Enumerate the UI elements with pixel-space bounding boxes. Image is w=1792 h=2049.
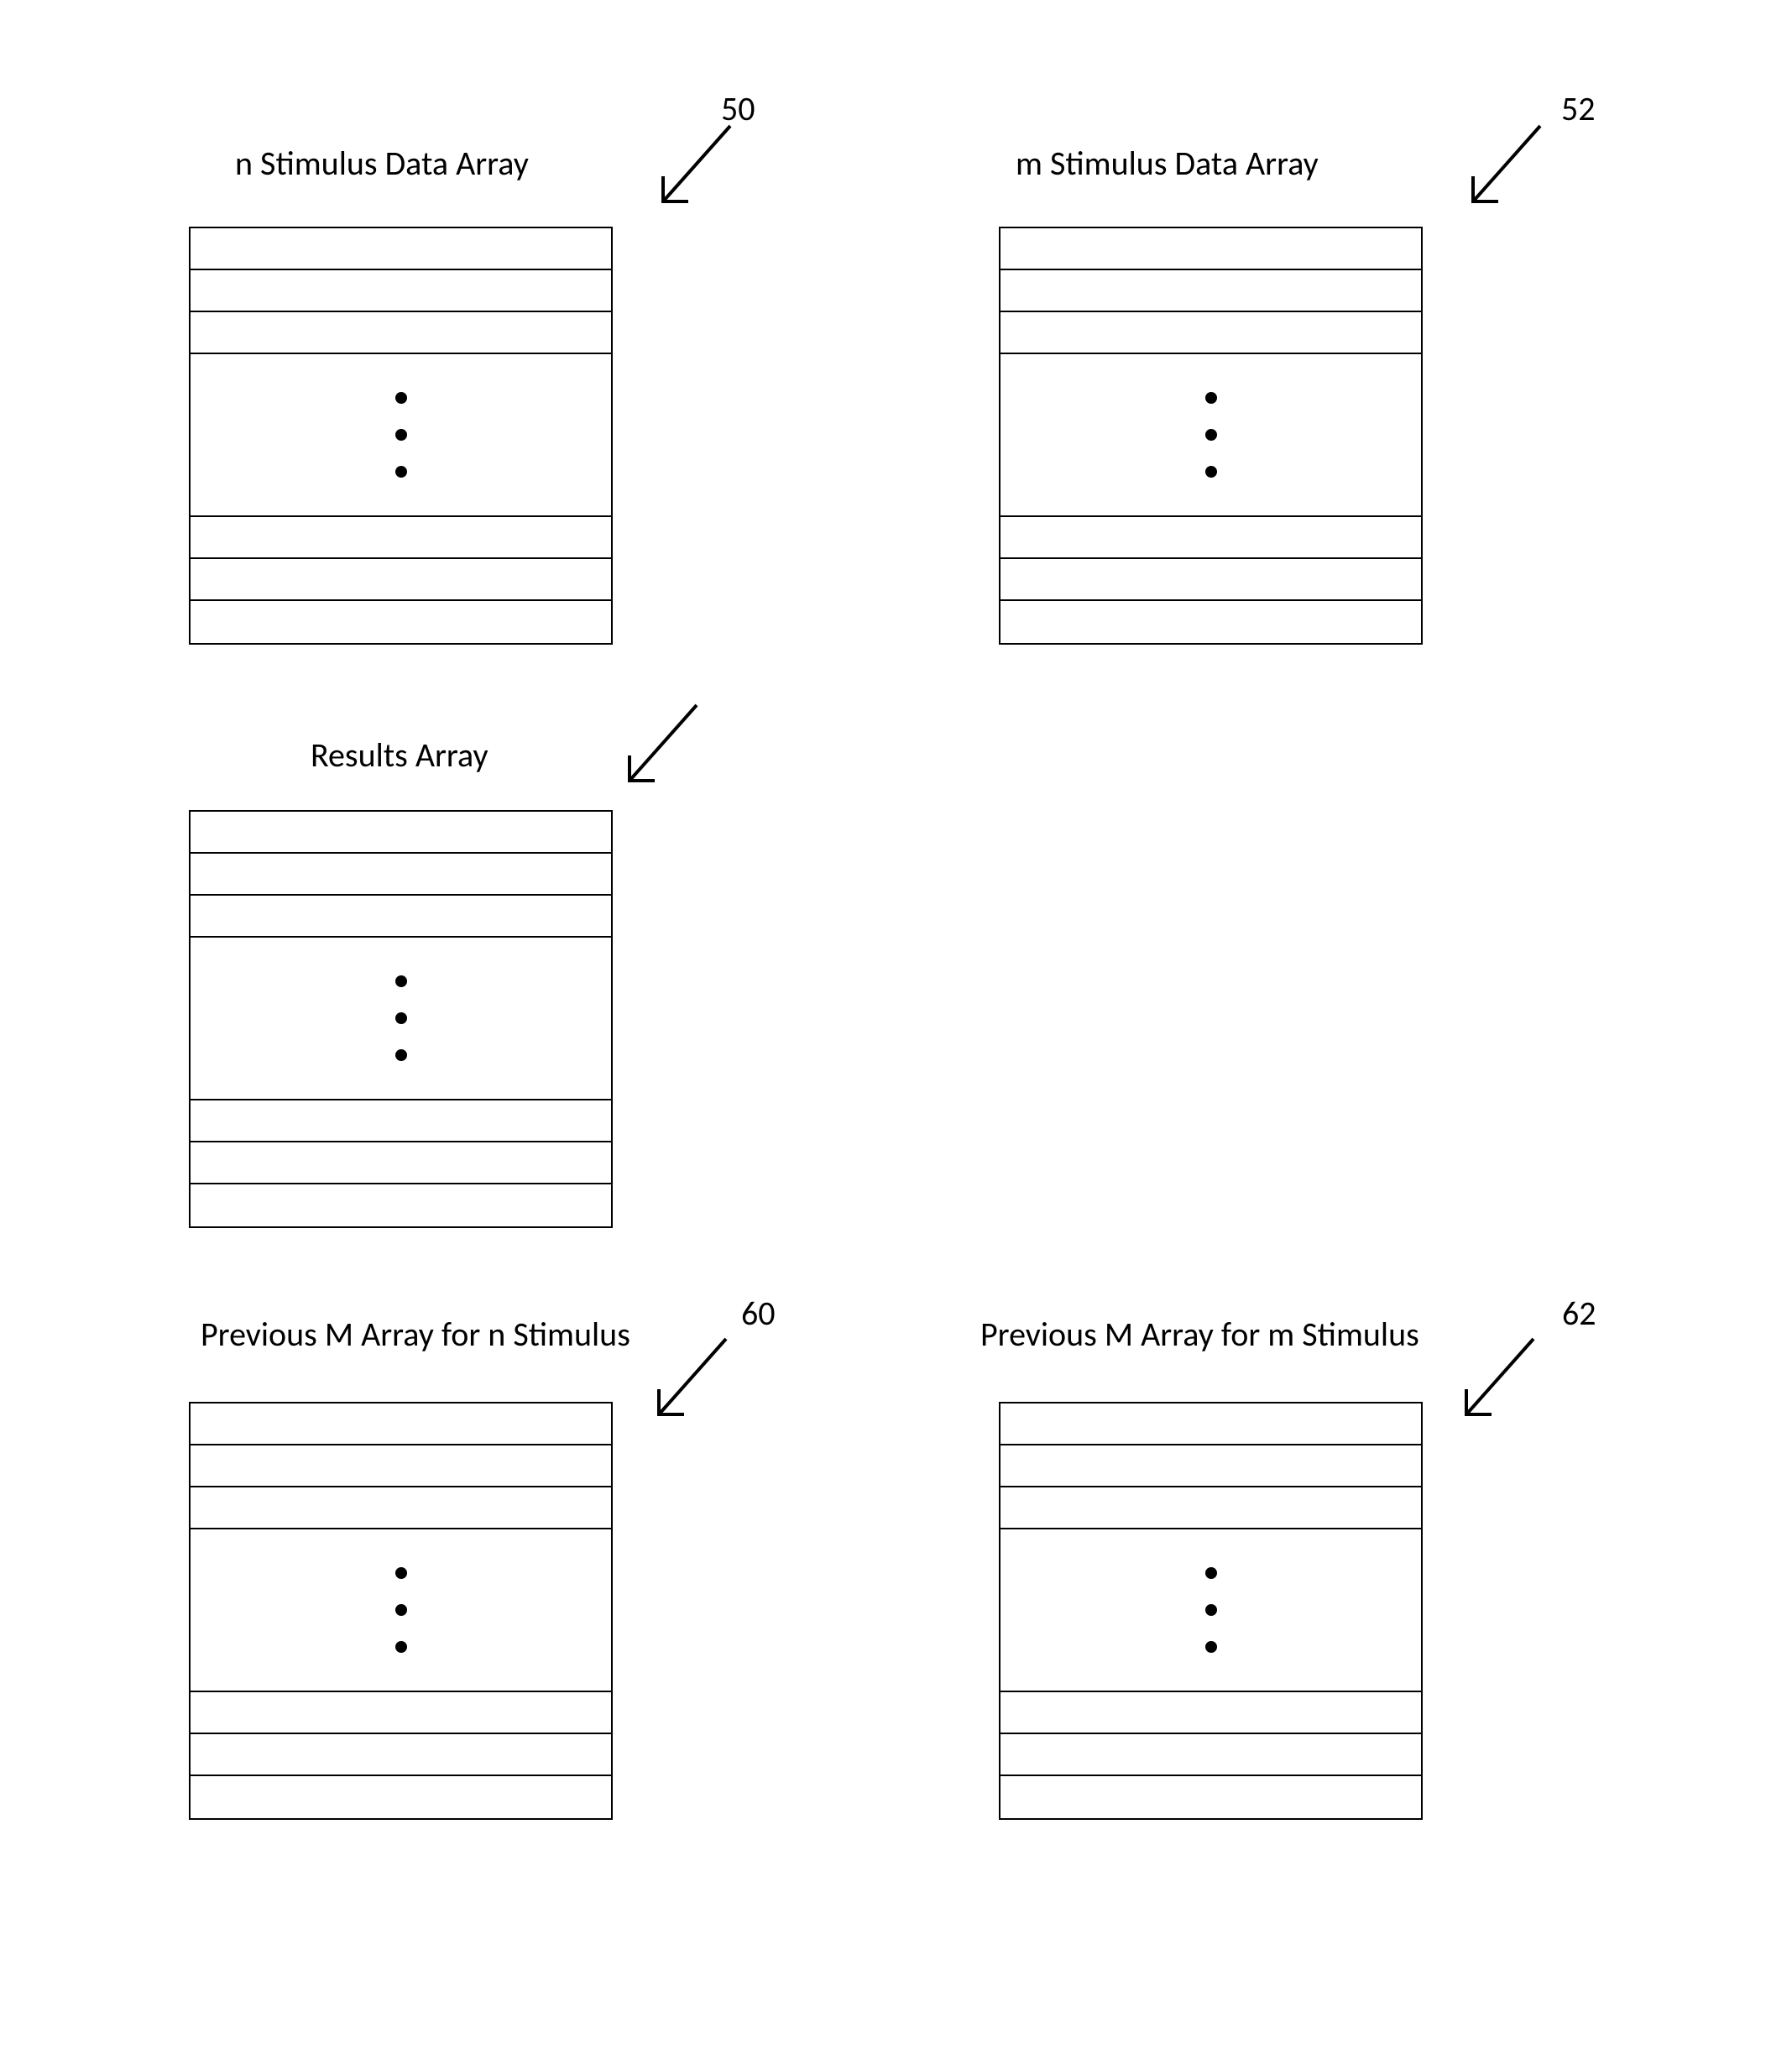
array-row <box>1000 517 1421 559</box>
array-row <box>191 1184 611 1226</box>
array-row-ellipsis <box>191 354 611 517</box>
dot-icon <box>1205 392 1217 404</box>
dot-icon <box>395 1049 407 1061</box>
array-row <box>1000 312 1421 354</box>
array-row-ellipsis <box>191 1529 611 1692</box>
dot-icon <box>395 429 407 441</box>
arrow-m-stim <box>1448 109 1565 227</box>
title-m-stim: m Stimulus Data Array <box>1016 143 1319 184</box>
array-row <box>191 1734 611 1776</box>
array-row <box>1000 228 1421 270</box>
dot-icon <box>395 1012 407 1024</box>
array-row <box>191 517 611 559</box>
array-row <box>191 1487 611 1529</box>
ref-m-stim: 52 <box>1561 88 1596 129</box>
array-row <box>1000 601 1421 643</box>
array-row <box>191 228 611 270</box>
array-row-ellipsis <box>191 938 611 1100</box>
array-row <box>1000 559 1421 601</box>
array-row <box>1000 1487 1421 1529</box>
dot-icon <box>395 1641 407 1653</box>
dot-icon <box>1205 1641 1217 1653</box>
title-n-stim: n Stimulus Data Array <box>235 143 529 184</box>
arrow-prev-n <box>634 1322 751 1440</box>
array-row <box>1000 1734 1421 1776</box>
array-row <box>191 1445 611 1487</box>
dot-icon <box>395 1604 407 1616</box>
dot-icon <box>395 466 407 478</box>
array-row <box>191 312 611 354</box>
array-row <box>191 854 611 896</box>
array-row <box>191 896 611 938</box>
ref-n-stim: 50 <box>721 88 755 129</box>
dot-icon <box>1205 1567 1217 1579</box>
array-row-ellipsis <box>1000 1529 1421 1692</box>
array-results <box>189 810 613 1228</box>
array-row <box>191 559 611 601</box>
dot-icon <box>395 1567 407 1579</box>
ref-prev-n: 60 <box>741 1293 776 1334</box>
array-row <box>191 601 611 643</box>
array-row <box>191 1100 611 1142</box>
array-row <box>191 812 611 854</box>
array-row <box>1000 1776 1421 1818</box>
array-row <box>191 270 611 312</box>
dot-icon <box>1205 1604 1217 1616</box>
array-n-stim <box>189 227 613 645</box>
array-row <box>191 1142 611 1184</box>
array-row <box>191 1776 611 1818</box>
array-row <box>191 1403 611 1445</box>
array-row <box>191 1692 611 1734</box>
array-row-ellipsis <box>1000 354 1421 517</box>
array-prev-m <box>999 1402 1423 1820</box>
array-row <box>1000 270 1421 312</box>
array-row <box>1000 1403 1421 1445</box>
title-prev-m: Previous M Array for m Stimulus <box>980 1314 1419 1355</box>
arrow-prev-m <box>1441 1322 1559 1440</box>
ref-prev-m: 62 <box>1562 1293 1596 1334</box>
array-row <box>1000 1445 1421 1487</box>
dot-icon <box>395 392 407 404</box>
diagram-canvas: n Stimulus Data Array 50 m Stimulus Data… <box>0 0 1792 2049</box>
dot-icon <box>395 975 407 987</box>
dot-icon <box>1205 466 1217 478</box>
title-prev-n: Previous M Array for n Stimulus <box>201 1314 630 1355</box>
arrow-results <box>604 688 722 806</box>
array-m-stim <box>999 227 1423 645</box>
array-row <box>1000 1692 1421 1734</box>
title-results: Results Array <box>311 734 488 776</box>
array-prev-n <box>189 1402 613 1820</box>
dot-icon <box>1205 429 1217 441</box>
